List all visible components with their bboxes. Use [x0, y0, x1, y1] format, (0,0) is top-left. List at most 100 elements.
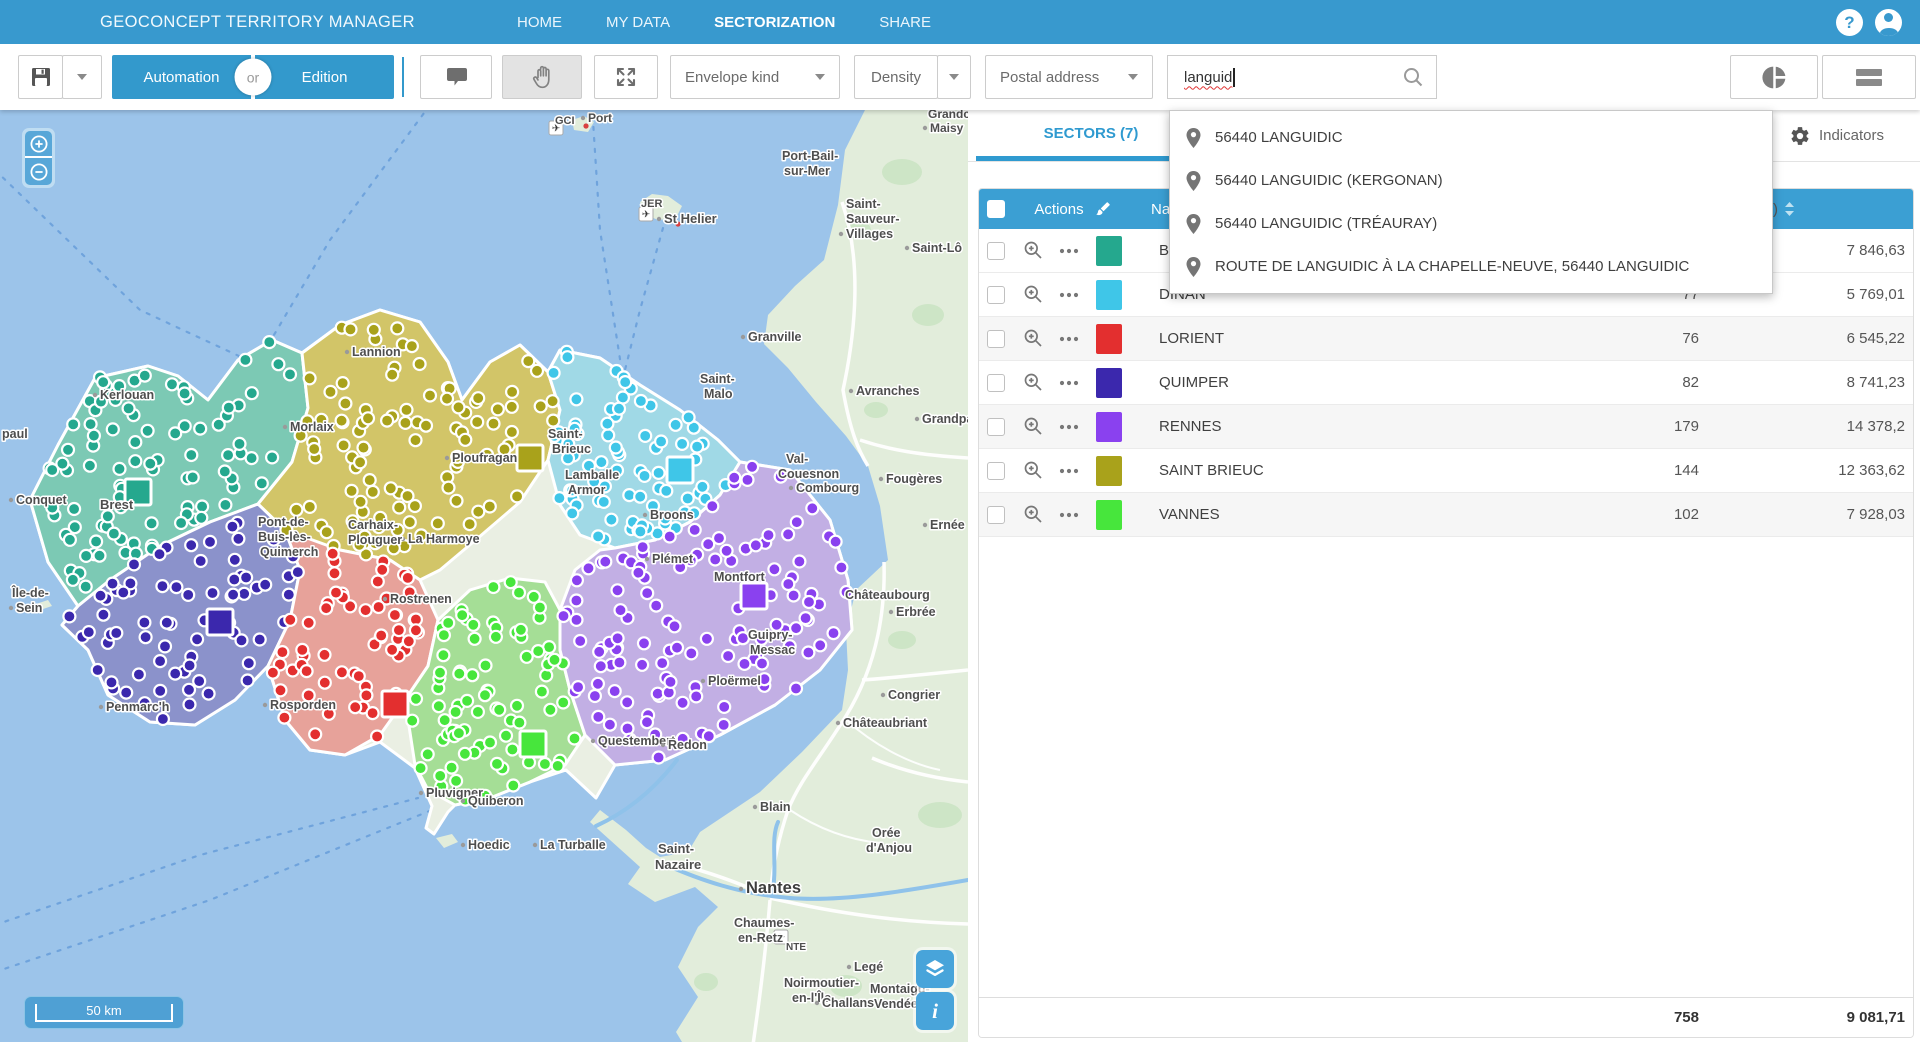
suggestion-item[interactable]: 56440 LANGUIDIC (TRÉAURAY): [1170, 202, 1772, 245]
density-button[interactable]: Density: [854, 55, 938, 99]
row-checkbox[interactable]: [987, 330, 1005, 348]
suggestion-item[interactable]: ROUTE DE LANGUIDIC À LA CHAPELLE-NEUVE, …: [1170, 245, 1772, 288]
density-more-button[interactable]: [937, 55, 971, 99]
zoom-in-button[interactable]: [25, 131, 52, 158]
table-row[interactable]: VANNES1027 928,03: [979, 493, 1913, 537]
sector-marker-rennes[interactable]: [741, 583, 767, 609]
help-icon[interactable]: ?: [1836, 9, 1863, 36]
sector-marker-vannes[interactable]: [520, 731, 546, 757]
table-row[interactable]: QUIMPER828 741,23: [979, 361, 1913, 405]
zoom-to-sector-button[interactable]: [1015, 416, 1051, 437]
suggestion-item[interactable]: 56440 LANGUIDIC: [1170, 116, 1772, 159]
svg-text:Couesnon: Couesnon: [778, 467, 839, 481]
svg-text:Vendée: Vendée: [874, 997, 918, 1011]
postal-address-dropdown[interactable]: Postal address: [985, 55, 1153, 99]
table-row[interactable]: LORIENT766 545,22: [979, 317, 1913, 361]
sector-value: 12 363,62: [1699, 462, 1913, 479]
zoom-to-sector-button[interactable]: [1015, 240, 1051, 261]
svg-text:Buis-lès-: Buis-lès-: [258, 530, 311, 544]
fullscreen-button[interactable]: [594, 55, 658, 99]
svg-text:Malo: Malo: [704, 387, 733, 401]
location-pin-icon: [1186, 214, 1201, 234]
zoom-to-sector-button[interactable]: [1015, 460, 1051, 481]
row-menu-button[interactable]: [1051, 512, 1087, 518]
paintbrush-icon[interactable]: [1094, 200, 1112, 218]
expand-icon: [614, 65, 638, 89]
save-icon: [29, 65, 53, 89]
sector-marker-lorient[interactable]: [382, 691, 408, 717]
navbar-right: ?: [1836, 0, 1902, 44]
svg-text:Montfort: Montfort: [714, 570, 766, 584]
pan-hand-button[interactable]: [502, 55, 582, 99]
row-checkbox[interactable]: [987, 286, 1005, 304]
comment-button[interactable]: [420, 55, 492, 99]
save-more-button[interactable]: [62, 55, 102, 99]
zoom-to-sector-button[interactable]: [1015, 328, 1051, 349]
layers-button[interactable]: [916, 950, 954, 988]
zoom-to-sector-button[interactable]: [1015, 504, 1051, 525]
zoom-out-button[interactable]: [25, 158, 52, 185]
svg-text:paul: paul: [2, 427, 28, 441]
total-value: 9 081,71: [1699, 1009, 1913, 1026]
edition-button[interactable]: Edition: [255, 55, 394, 99]
select-all-checkbox[interactable]: [987, 200, 1005, 218]
row-menu-button[interactable]: [1051, 468, 1087, 474]
map-canvas[interactable]: ✈✈✈GCIPortJERSt HelierPort-Bail-sur-MerG…: [0, 110, 968, 1042]
actions-header: Actions: [1034, 201, 1083, 218]
totals-row: 758 9 081,71: [979, 997, 1913, 1037]
svg-text:Ploërmel: Ploërmel: [708, 674, 761, 688]
or-badge: or: [235, 59, 272, 96]
nav-item-share[interactable]: SHARE: [877, 2, 933, 43]
zoom-to-sector-button[interactable]: [1015, 372, 1051, 393]
indicators-button[interactable]: Indicators: [1790, 110, 1884, 161]
sector-marker-dinan[interactable]: [667, 457, 693, 483]
svg-text:Port: Port: [588, 111, 612, 125]
info-button[interactable]: i: [916, 992, 954, 1030]
sector-color-swatch: [1096, 412, 1122, 442]
row-menu-button[interactable]: [1051, 424, 1087, 430]
row-checkbox[interactable]: [987, 462, 1005, 480]
row-checkbox[interactable]: [987, 418, 1005, 436]
zoom-to-sector-button[interactable]: [1015, 284, 1051, 305]
row-checkbox[interactable]: [987, 374, 1005, 392]
svg-text:Kerlouan: Kerlouan: [100, 388, 154, 402]
sector-count: 144: [1589, 462, 1699, 479]
envelope-kind-dropdown[interactable]: Envelope kind: [670, 55, 840, 99]
svg-text:Pont-de-: Pont-de-: [258, 515, 309, 529]
user-avatar-icon[interactable]: [1875, 9, 1902, 36]
row-checkbox[interactable]: [987, 242, 1005, 260]
save-button[interactable]: [18, 55, 63, 99]
svg-text:NTE: NTE: [786, 942, 806, 953]
row-checkbox[interactable]: [987, 506, 1005, 524]
scale-label: 50 km: [25, 1003, 183, 1018]
suggestion-item[interactable]: 56440 LANGUIDIC (KERGONAN): [1170, 159, 1772, 202]
svg-text:Grandca: Grandca: [928, 110, 968, 121]
row-menu-button[interactable]: [1051, 336, 1087, 342]
search-icon: [1402, 66, 1424, 88]
search-input[interactable]: languid: [1167, 55, 1437, 99]
svg-text:d'Anjou: d'Anjou: [866, 841, 912, 855]
sector-marker-quimper[interactable]: [207, 609, 233, 635]
svg-text:Congrier: Congrier: [888, 688, 940, 702]
nav-item-my-data[interactable]: MY DATA: [604, 2, 672, 43]
row-menu-button[interactable]: [1051, 380, 1087, 386]
sector-marker-saint-brieuc[interactable]: [517, 445, 543, 471]
row-menu-button[interactable]: [1051, 248, 1087, 254]
svg-text:Saint-: Saint-: [658, 841, 694, 856]
nav-item-home[interactable]: HOME: [515, 2, 564, 43]
chart-view-button[interactable]: [1730, 55, 1818, 99]
automation-button[interactable]: Automation: [112, 55, 251, 99]
nav-item-sectorization[interactable]: SECTORIZATION: [712, 2, 837, 43]
table-view-button[interactable]: [1822, 55, 1916, 99]
table-row[interactable]: RENNES17914 378,2: [979, 405, 1913, 449]
svg-text:Blain: Blain: [760, 800, 791, 814]
mode-toggle: Automation Edition or: [112, 55, 394, 99]
svg-text:en-Retz: en-Retz: [738, 931, 783, 945]
info-icon: i: [932, 999, 938, 1024]
svg-text:Nazaire: Nazaire: [655, 857, 701, 872]
svg-text:Nantes: Nantes: [746, 879, 801, 897]
sector-name: VANNES: [1131, 506, 1589, 523]
layers-icon: [923, 957, 947, 981]
table-row[interactable]: SAINT BRIEUC14412 363,62: [979, 449, 1913, 493]
row-menu-button[interactable]: [1051, 292, 1087, 298]
